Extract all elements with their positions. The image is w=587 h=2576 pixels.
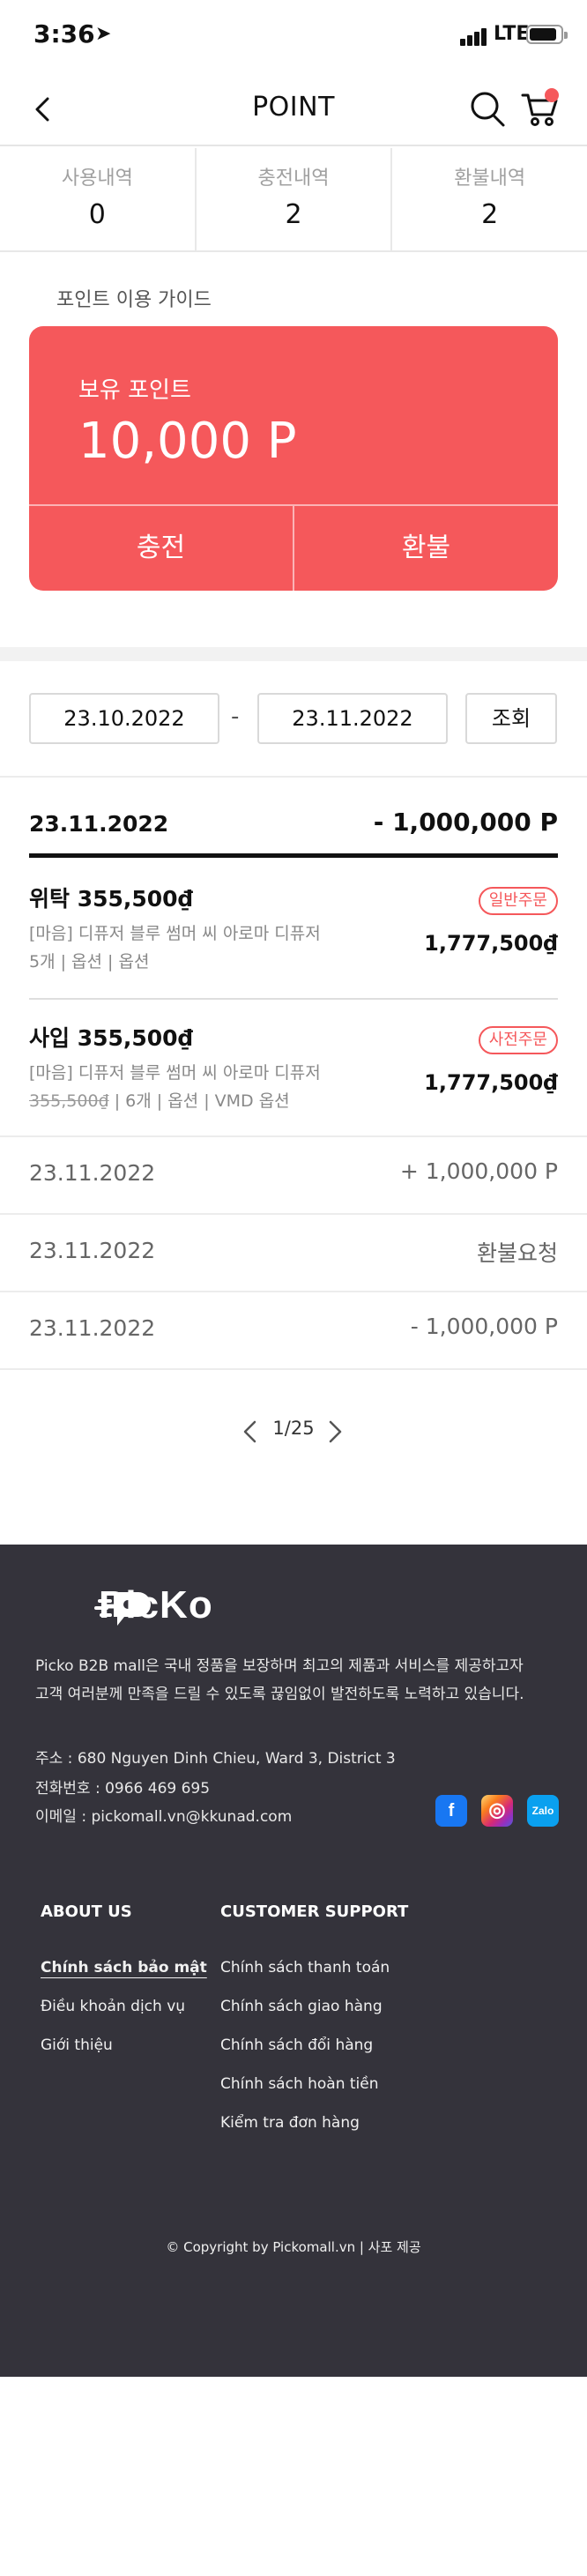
- footer-link-refund[interactable]: Chính sách hoàn tiền: [220, 2075, 379, 2093]
- network-type: LTE: [494, 23, 530, 45]
- brand-name: PicKo: [99, 1583, 213, 1627]
- group-date: 23.11.2022: [29, 811, 169, 837]
- footer-link-terms[interactable]: Điều khoản dịch vụ: [41, 1998, 185, 2015]
- instagram-glyph: ◎: [488, 1798, 506, 1820]
- section-divider: [0, 647, 587, 661]
- footer-link-order-check[interactable]: Kiểm tra đơn hàng: [220, 2114, 360, 2132]
- history-date: 23.11.2022: [29, 1160, 156, 1186]
- stat-refund[interactable]: 환불내역 2: [392, 148, 587, 250]
- intro-line: 고객 여러분께 만족을 드릴 수 있도록 끊임없이 발전하도록 노력하고 있습니…: [35, 1686, 524, 1703]
- footer-link-exchange[interactable]: Chính sách đổi hàng: [220, 2036, 373, 2054]
- order-item-desc: [마음] 디퓨저 블루 썸머 씨 아로마 디퓨저: [29, 1063, 321, 1083]
- divider: [0, 776, 587, 778]
- page-indicator: 1/25: [272, 1418, 315, 1439]
- zalo-glyph: Zalo: [531, 1805, 554, 1817]
- order-item-name: 사입 355,500₫: [29, 1025, 193, 1051]
- order-type-badge: 일반주문: [478, 887, 558, 915]
- stat-label: 충전내역: [257, 168, 330, 190]
- chevron-right-icon[interactable]: [324, 1419, 346, 1444]
- date-to-input[interactable]: 23.11.2022: [257, 693, 448, 744]
- charge-button[interactable]: 충전: [29, 506, 294, 591]
- footer-link-privacy[interactable]: Chính sách bảo mật: [41, 1959, 207, 1977]
- history-value: + 1,000,000 P: [399, 1158, 558, 1184]
- order-item-options: | 6개 | 옵션 | VMD 옵션: [108, 1091, 290, 1111]
- original-price: 355,500₫: [29, 1091, 109, 1111]
- item-divider: [29, 998, 558, 1000]
- search-button[interactable]: 조회: [465, 693, 557, 744]
- points-value: 10,000 P: [78, 413, 297, 470]
- company-intro: Picko B2B mall은 국내 정품을 보장하며 최고의 제품과 서비스를…: [35, 1652, 564, 1709]
- intro-line: Picko B2B mall은 국내 정품을 보장하며 최고의 제품과 서비스를…: [35, 1657, 524, 1675]
- signal-icon: [460, 26, 490, 46]
- points-label: 보유 포인트: [78, 377, 191, 404]
- history-row[interactable]: 23.11.2022 + 1,000,000 P: [0, 1135, 587, 1213]
- instagram-icon[interactable]: ◎: [481, 1795, 513, 1827]
- stat-count: 2: [285, 199, 302, 230]
- order-item-total: 1,777,500₫: [424, 931, 558, 956]
- order-item-total: 1,777,500₫: [424, 1070, 558, 1095]
- order-item-meta: 355,500₫ | 6개 | 옵션 | VMD 옵션: [29, 1088, 290, 1112]
- location-arrow-icon: ➤: [95, 23, 112, 45]
- points-card: 보유 포인트 10,000 P 충전 환불: [29, 326, 558, 591]
- order-type-badge: 사전주문: [478, 1026, 558, 1054]
- order-item-name: 위탁 355,500₫: [29, 886, 193, 912]
- stat-label: 환불내역: [454, 168, 526, 190]
- history-date: 23.11.2022: [29, 1315, 156, 1341]
- stat-count: 0: [88, 199, 106, 230]
- status-time: 3:36: [33, 19, 95, 48]
- address: 주소 : 680 Nguyen Dinh Chieu, Ward 3, Dist…: [35, 1750, 396, 1768]
- status-bar: 3:36 ➤ LTE: [0, 0, 587, 74]
- history-value: 환불요청: [476, 1240, 558, 1266]
- zalo-icon[interactable]: Zalo: [527, 1795, 559, 1827]
- history-date: 23.11.2022: [29, 1238, 156, 1263]
- battery-icon: [526, 25, 568, 44]
- facebook-glyph: f: [448, 1801, 455, 1820]
- email: 이메일 : pickomall.vn@kkunad.com: [35, 1808, 293, 1826]
- points-actions: 충전 환불: [29, 504, 558, 591]
- top-navigation: POINT: [0, 74, 587, 146]
- history-row[interactable]: 23.11.2022 환불요청: [0, 1213, 587, 1291]
- refund-button[interactable]: 환불: [294, 506, 558, 591]
- search-icon[interactable]: [469, 90, 506, 129]
- facebook-icon[interactable]: f: [435, 1795, 467, 1827]
- footer-link-about[interactable]: Giới thiệu: [41, 2036, 113, 2054]
- copyright: © Copyright by Pickomall.vn | 사포 제공: [166, 2239, 421, 2255]
- date-from-input[interactable]: 23.10.2022: [29, 693, 219, 744]
- pagination: 1/25: [0, 1414, 587, 1449]
- date-separator: -: [231, 704, 240, 730]
- divider: [0, 1368, 587, 1370]
- history-value: - 1,000,000 P: [410, 1314, 558, 1339]
- stat-label: 사용내역: [61, 168, 133, 190]
- about-heading: ABOUT US: [41, 1902, 132, 1921]
- group-amount: - 1,000,000 P: [373, 808, 558, 837]
- order-item-desc: [마음] 디퓨저 블루 썸머 씨 아로마 디퓨저: [29, 924, 321, 943]
- cart-badge: [545, 88, 559, 102]
- support-heading: CUSTOMER SUPPORT: [220, 1902, 409, 1921]
- footer-link-payment[interactable]: Chính sách thanh toán: [220, 1959, 390, 1977]
- point-guide-link[interactable]: 포인트 이용 가이드: [56, 284, 212, 312]
- group-rule: [29, 853, 558, 858]
- phone: 전화번호 : 0966 469 695: [35, 1780, 211, 1798]
- point-history-summary: 사용내역 0 충전내역 2 환불내역 2: [0, 148, 587, 252]
- footer-link-shipping[interactable]: Chính sách giao hàng: [220, 1998, 383, 2015]
- stat-charge[interactable]: 충전내역 2: [197, 148, 393, 250]
- order-item-meta: 5개 | 옵션 | 옵션: [29, 952, 150, 972]
- stat-usage[interactable]: 사용내역 0: [0, 148, 197, 250]
- history-row[interactable]: 23.11.2022 - 1,000,000 P: [0, 1291, 587, 1368]
- footer: PicKo Picko B2B mall은 국내 정품을 보장하며 최고의 제품…: [0, 1545, 587, 2377]
- stat-count: 2: [481, 199, 499, 230]
